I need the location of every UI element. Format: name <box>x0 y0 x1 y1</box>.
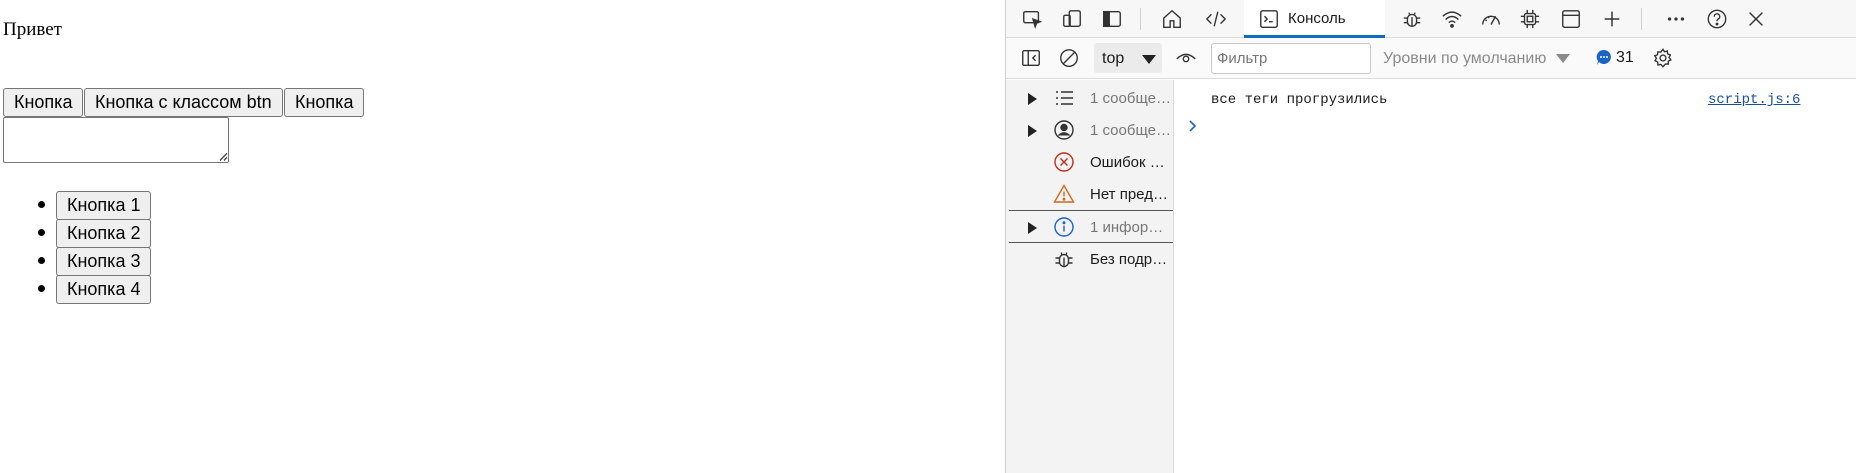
context-selector[interactable]: top <box>1094 43 1162 73</box>
application-icon[interactable] <box>1557 5 1585 33</box>
info-icon <box>1054 217 1074 237</box>
page-textarea[interactable] <box>3 117 229 163</box>
bullet-icon <box>38 285 45 292</box>
console-output: все теги прогрузились script.js:6 <box>1174 80 1856 473</box>
console-log-message: все теги прогрузились <box>1211 92 1388 108</box>
more-tools-icon[interactable] <box>1662 5 1690 33</box>
console-log-source-link[interactable]: script.js:6 <box>1708 92 1800 108</box>
sidebar-item-label: Без подробностей <box>1090 251 1172 268</box>
button-list: Кнопка 1 Кнопка 2 Кнопка 3 Кнопка 4 <box>0 0 1005 304</box>
expand-triangle-icon[interactable] <box>1028 125 1037 137</box>
bullet-icon <box>38 257 45 264</box>
help-icon[interactable] <box>1703 5 1731 33</box>
resize-grip-icon[interactable] <box>219 152 228 161</box>
tab-console-label: Консоль <box>1288 10 1346 27</box>
bullet-icon <box>38 229 45 236</box>
console-sidebar: 1 сообщение 1 сообщение пользователя Оши… <box>1006 80 1174 473</box>
inspect-icon[interactable] <box>1018 5 1046 33</box>
sidebar-item-label: 1 сообщение <box>1090 90 1172 107</box>
list-button-1[interactable]: Кнопка 1 <box>56 191 152 220</box>
expand-triangle-icon[interactable] <box>1028 222 1037 234</box>
list-item: Кнопка 3 <box>0 36 1005 276</box>
filter-input[interactable] <box>1211 43 1371 74</box>
sidebar-item-label: 1 сообщение пользователя <box>1090 122 1172 139</box>
page-button-3[interactable]: Кнопка <box>284 88 365 117</box>
tab-console[interactable]: Консоль <box>1244 0 1385 38</box>
console-settings-gear-icon[interactable] <box>1649 44 1677 72</box>
list-button-4[interactable]: Кнопка 4 <box>56 275 152 304</box>
list-item: Кнопка 1 <box>0 0 1005 220</box>
sidebar-item-verbose[interactable]: Без подробностей <box>1006 243 1174 275</box>
log-levels-dropdown[interactable]: Уровни по умолчанию <box>1383 50 1546 68</box>
expand-triangle-icon[interactable] <box>1028 93 1037 105</box>
live-expression-eye-icon[interactable] <box>1172 44 1200 72</box>
page-heading: Привет <box>3 19 62 40</box>
close-icon[interactable] <box>1742 5 1770 33</box>
dock-side-icon[interactable] <box>1098 5 1126 33</box>
rendered-page: Привет Кнопка Кнопка с классом btn Кнопк… <box>0 0 1005 473</box>
welcome-home-icon[interactable] <box>1158 5 1186 33</box>
device-emulation-icon[interactable] <box>1058 5 1086 33</box>
sidebar-item-messages[interactable]: 1 сообщение <box>1006 82 1174 114</box>
page-button-btn-class[interactable]: Кнопка с классом btn <box>84 88 283 117</box>
add-tab-icon[interactable] <box>1598 5 1626 33</box>
sidebar-item-label: 1 информационное <box>1090 219 1172 236</box>
context-selector-label: top <box>1102 50 1125 67</box>
error-icon <box>1054 152 1074 172</box>
warning-icon <box>1053 184 1075 203</box>
sources-bug-icon[interactable] <box>1398 5 1426 33</box>
network-icon[interactable] <box>1438 5 1466 33</box>
sidebar-item-label: Нет предупреждений <box>1090 186 1172 203</box>
chevron-down-icon <box>1142 55 1156 64</box>
issues-message-icon[interactable] <box>1595 48 1613 68</box>
list-icon <box>1056 91 1073 105</box>
sidebar-item-user-messages[interactable]: 1 сообщение пользователя <box>1006 114 1174 146</box>
list-item: Кнопка 2 <box>0 18 1005 248</box>
tab-separator <box>1140 8 1141 30</box>
elements-icon[interactable] <box>1202 5 1230 33</box>
bullet-icon <box>38 201 45 208</box>
page-button-1[interactable]: Кнопка <box>3 88 84 117</box>
sidebar-item-warnings[interactable]: Нет предупреждений <box>1006 178 1174 210</box>
performance-icon[interactable] <box>1477 5 1505 33</box>
console-toolbar: top Уровни по умолчанию 31 <box>1006 38 1856 79</box>
memory-icon[interactable] <box>1516 5 1544 33</box>
toggle-sidebar-icon[interactable] <box>1017 44 1045 72</box>
issues-count[interactable]: 31 <box>1616 49 1634 67</box>
user-icon <box>1054 120 1074 140</box>
console-icon <box>1260 10 1278 28</box>
clear-console-icon[interactable] <box>1055 44 1083 72</box>
list-item: Кнопка 4 <box>0 54 1005 304</box>
chevron-down-icon <box>1556 54 1570 63</box>
devtools-panel: Консоль top Фильтр Уровни по умолчанию 3… <box>1005 0 1856 473</box>
tab-separator <box>1641 8 1642 30</box>
console-prompt-chevron-icon[interactable] <box>1187 118 1199 134</box>
list-button-3[interactable]: Кнопка 3 <box>56 247 152 276</box>
sidebar-item-errors[interactable]: Ошибок нет <box>1006 146 1174 178</box>
sidebar-item-info[interactable]: 1 информационное <box>1006 211 1174 243</box>
sidebar-item-label: Ошибок нет <box>1090 154 1172 171</box>
verbose-bug-icon <box>1055 252 1073 268</box>
devtools-tabbar: Консоль <box>1006 0 1856 38</box>
list-button-2[interactable]: Кнопка 2 <box>56 219 152 248</box>
